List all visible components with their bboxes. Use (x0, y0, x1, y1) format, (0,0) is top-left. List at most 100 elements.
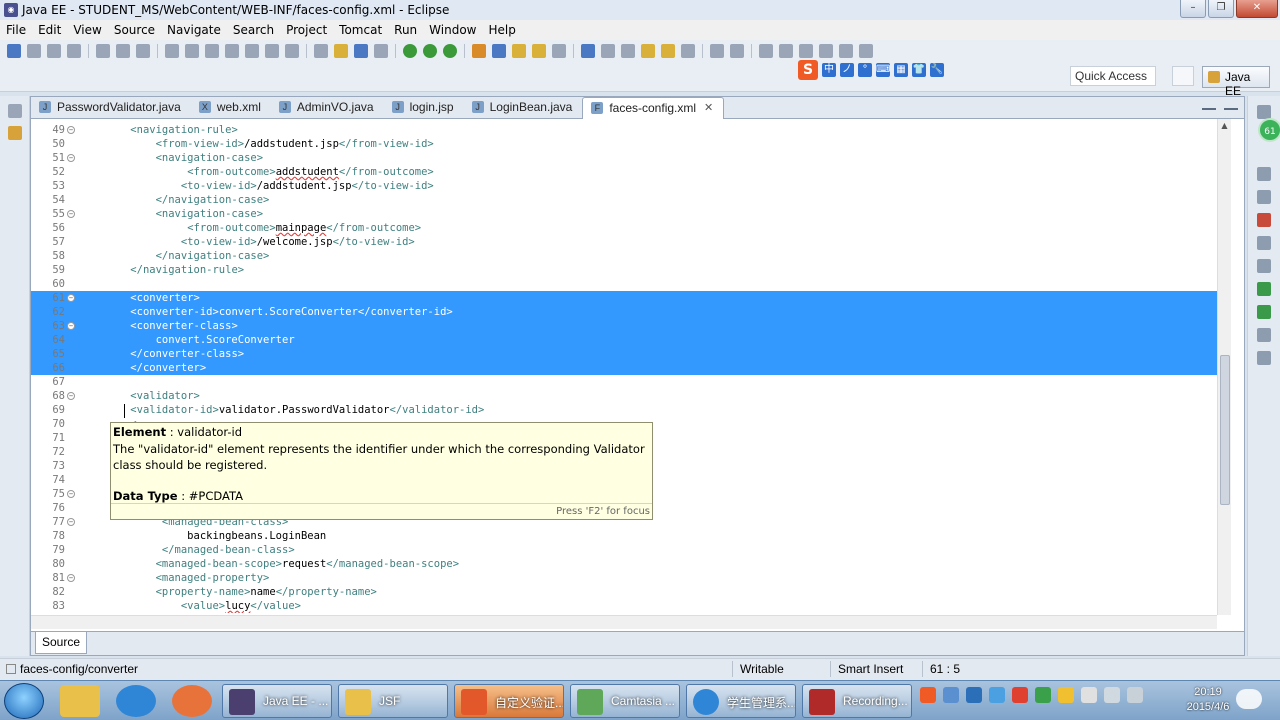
disconnect-icon[interactable] (225, 44, 239, 58)
code-line[interactable]: 80 <managed-bean-scope>request</managed-… (31, 557, 1217, 571)
publish-icon[interactable] (96, 44, 110, 58)
code-line[interactable]: 58 </navigation-case> (31, 249, 1217, 263)
outline-view-icon[interactable] (1257, 167, 1271, 181)
maximize-editor-icon[interactable] (1224, 100, 1238, 110)
menu-file[interactable]: File (0, 23, 32, 37)
close-window-button[interactable]: ✕ (1236, 0, 1278, 18)
ime-toolbox-icon[interactable]: ▦ (894, 63, 908, 77)
toggle-block-icon[interactable] (314, 44, 328, 58)
vertical-scrollbar[interactable]: ▲ (1217, 119, 1231, 615)
forward-icon[interactable] (681, 44, 695, 58)
sogou-logo-icon[interactable]: S (798, 60, 818, 80)
layout-icon[interactable] (779, 44, 793, 58)
shield-tray-icon[interactable] (1035, 687, 1051, 703)
debug-icon[interactable] (403, 44, 417, 58)
globe-icon[interactable] (581, 44, 595, 58)
overview-ruler[interactable] (1231, 119, 1244, 615)
code-line[interactable]: 81− <managed-property> (31, 571, 1217, 585)
search-view-icon[interactable] (1257, 351, 1271, 365)
restore-button[interactable]: ❐ (1208, 0, 1234, 18)
menu-window[interactable]: Window (423, 23, 482, 37)
ime-skin-icon[interactable]: 👕 (912, 63, 926, 77)
layout-icon[interactable] (839, 44, 853, 58)
tab-adminvo-java[interactable]: J AdminVO.java (271, 97, 384, 118)
fold-toggle-icon[interactable]: − (67, 294, 75, 302)
new-class-icon[interactable] (492, 44, 506, 58)
code-line[interactable]: 64 convert.ScoreConverter (31, 333, 1217, 347)
code-line[interactable]: 78 backingbeans.LoginBean (31, 529, 1217, 543)
code-line[interactable]: 49− <navigation-rule> (31, 123, 1217, 137)
start-button[interactable] (4, 683, 44, 719)
scroll-up-icon[interactable]: ▲ (1218, 119, 1231, 133)
server-icon[interactable] (116, 44, 130, 58)
network-tray-icon[interactable] (966, 687, 982, 703)
properties-view-icon[interactable] (1257, 236, 1271, 250)
next-annotation-icon[interactable] (601, 44, 615, 58)
last-edit-location-icon[interactable] (641, 44, 655, 58)
print-icon[interactable] (67, 44, 81, 58)
task-eclipse[interactable]: Java EE - ... (222, 684, 332, 718)
tab-source[interactable]: Source (35, 632, 88, 654)
menu-project[interactable]: Project (280, 23, 333, 37)
project-explorer-icon[interactable] (7, 126, 22, 140)
baidu-browser-icon[interactable] (172, 685, 212, 717)
sogou-tray-icon[interactable] (920, 687, 936, 703)
code-line[interactable]: 67 (31, 375, 1217, 389)
layout-icon[interactable] (799, 44, 813, 58)
minimize-button[interactable]: – (1180, 0, 1206, 18)
ime-chinese-mode-icon[interactable]: 中 (822, 63, 836, 77)
console-view-icon[interactable] (1257, 305, 1271, 319)
code-line[interactable]: 56 <from-outcome>mainpage</from-outcome> (31, 221, 1217, 235)
restore-view-icon[interactable] (7, 104, 22, 118)
code-line[interactable]: 82 <property-name>name</property-name> (31, 585, 1217, 599)
battery-tray-icon[interactable] (1081, 687, 1097, 703)
minimize-editor-icon[interactable] (1202, 100, 1216, 110)
ime-keyboard-icon[interactable]: ⌨ (876, 63, 890, 77)
snippets-view-icon[interactable] (1257, 282, 1271, 296)
code-line[interactable]: 55− <navigation-case> (31, 207, 1217, 221)
back-icon[interactable] (661, 44, 675, 58)
tab-faces-config-xml[interactable]: F faces-config.xml ✕ (582, 97, 725, 119)
network-speed-badge[interactable]: 61 (1258, 118, 1280, 142)
task-recording[interactable]: Recording... (802, 684, 912, 718)
resume-icon[interactable] (165, 44, 179, 58)
fold-toggle-icon[interactable]: − (67, 126, 75, 134)
servers-view-icon[interactable] (1257, 213, 1271, 227)
qq-tray-icon[interactable] (1058, 687, 1074, 703)
fold-toggle-icon[interactable]: − (67, 322, 75, 330)
tab-web-xml[interactable]: X web.xml (191, 97, 271, 118)
save-all-icon[interactable] (47, 44, 61, 58)
code-line[interactable]: 79 </managed-bean-class> (31, 543, 1217, 557)
code-line[interactable]: 60 (31, 277, 1217, 291)
open-type-icon[interactable] (512, 44, 526, 58)
step-return-icon[interactable] (285, 44, 299, 58)
task-camtasia[interactable]: Camtasia ... (570, 684, 680, 718)
suspend-icon[interactable] (185, 44, 199, 58)
run-icon[interactable] (423, 44, 437, 58)
task-jsf-folder[interactable]: JSF (338, 684, 448, 718)
status-insert-mode[interactable]: Smart Insert (838, 662, 903, 676)
restore-view-icon[interactable] (1257, 105, 1271, 119)
menu-help[interactable]: Help (483, 23, 522, 37)
layout-icon[interactable] (819, 44, 833, 58)
tab-login-jsp[interactable]: J login.jsp (384, 97, 464, 118)
code-line[interactable]: 66 </converter> (31, 361, 1217, 375)
menu-navigate[interactable]: Navigate (161, 23, 227, 37)
code-line[interactable]: 53 <to-view-id>/addstudent.jsp</to-view-… (31, 179, 1217, 193)
horizontal-scrollbar[interactable] (31, 615, 1217, 629)
task-custom-validation[interactable]: 自定义验证... (454, 684, 564, 718)
fold-toggle-icon[interactable]: − (67, 518, 75, 526)
code-line[interactable]: 68− <validator> (31, 389, 1217, 403)
code-line[interactable]: 57 <to-view-id>/welcome.jsp</to-view-id> (31, 235, 1217, 249)
code-line[interactable]: 59 </navigation-rule> (31, 263, 1217, 277)
signal-tray-icon[interactable] (1104, 687, 1120, 703)
open-perspective-button[interactable] (1172, 66, 1194, 86)
tab-passwordvalidator-java[interactable]: J PasswordValidator.java (31, 97, 191, 118)
code-line[interactable]: 63− <converter-class> (31, 319, 1217, 333)
fold-toggle-icon[interactable]: − (67, 154, 75, 162)
undo-icon[interactable] (710, 44, 724, 58)
external-tools-icon[interactable] (443, 44, 457, 58)
new-server-icon[interactable] (472, 44, 486, 58)
code-line[interactable]: 62 <converter-id>convert.ScoreConverter<… (31, 305, 1217, 319)
keyboard-tray-icon[interactable] (943, 687, 959, 703)
